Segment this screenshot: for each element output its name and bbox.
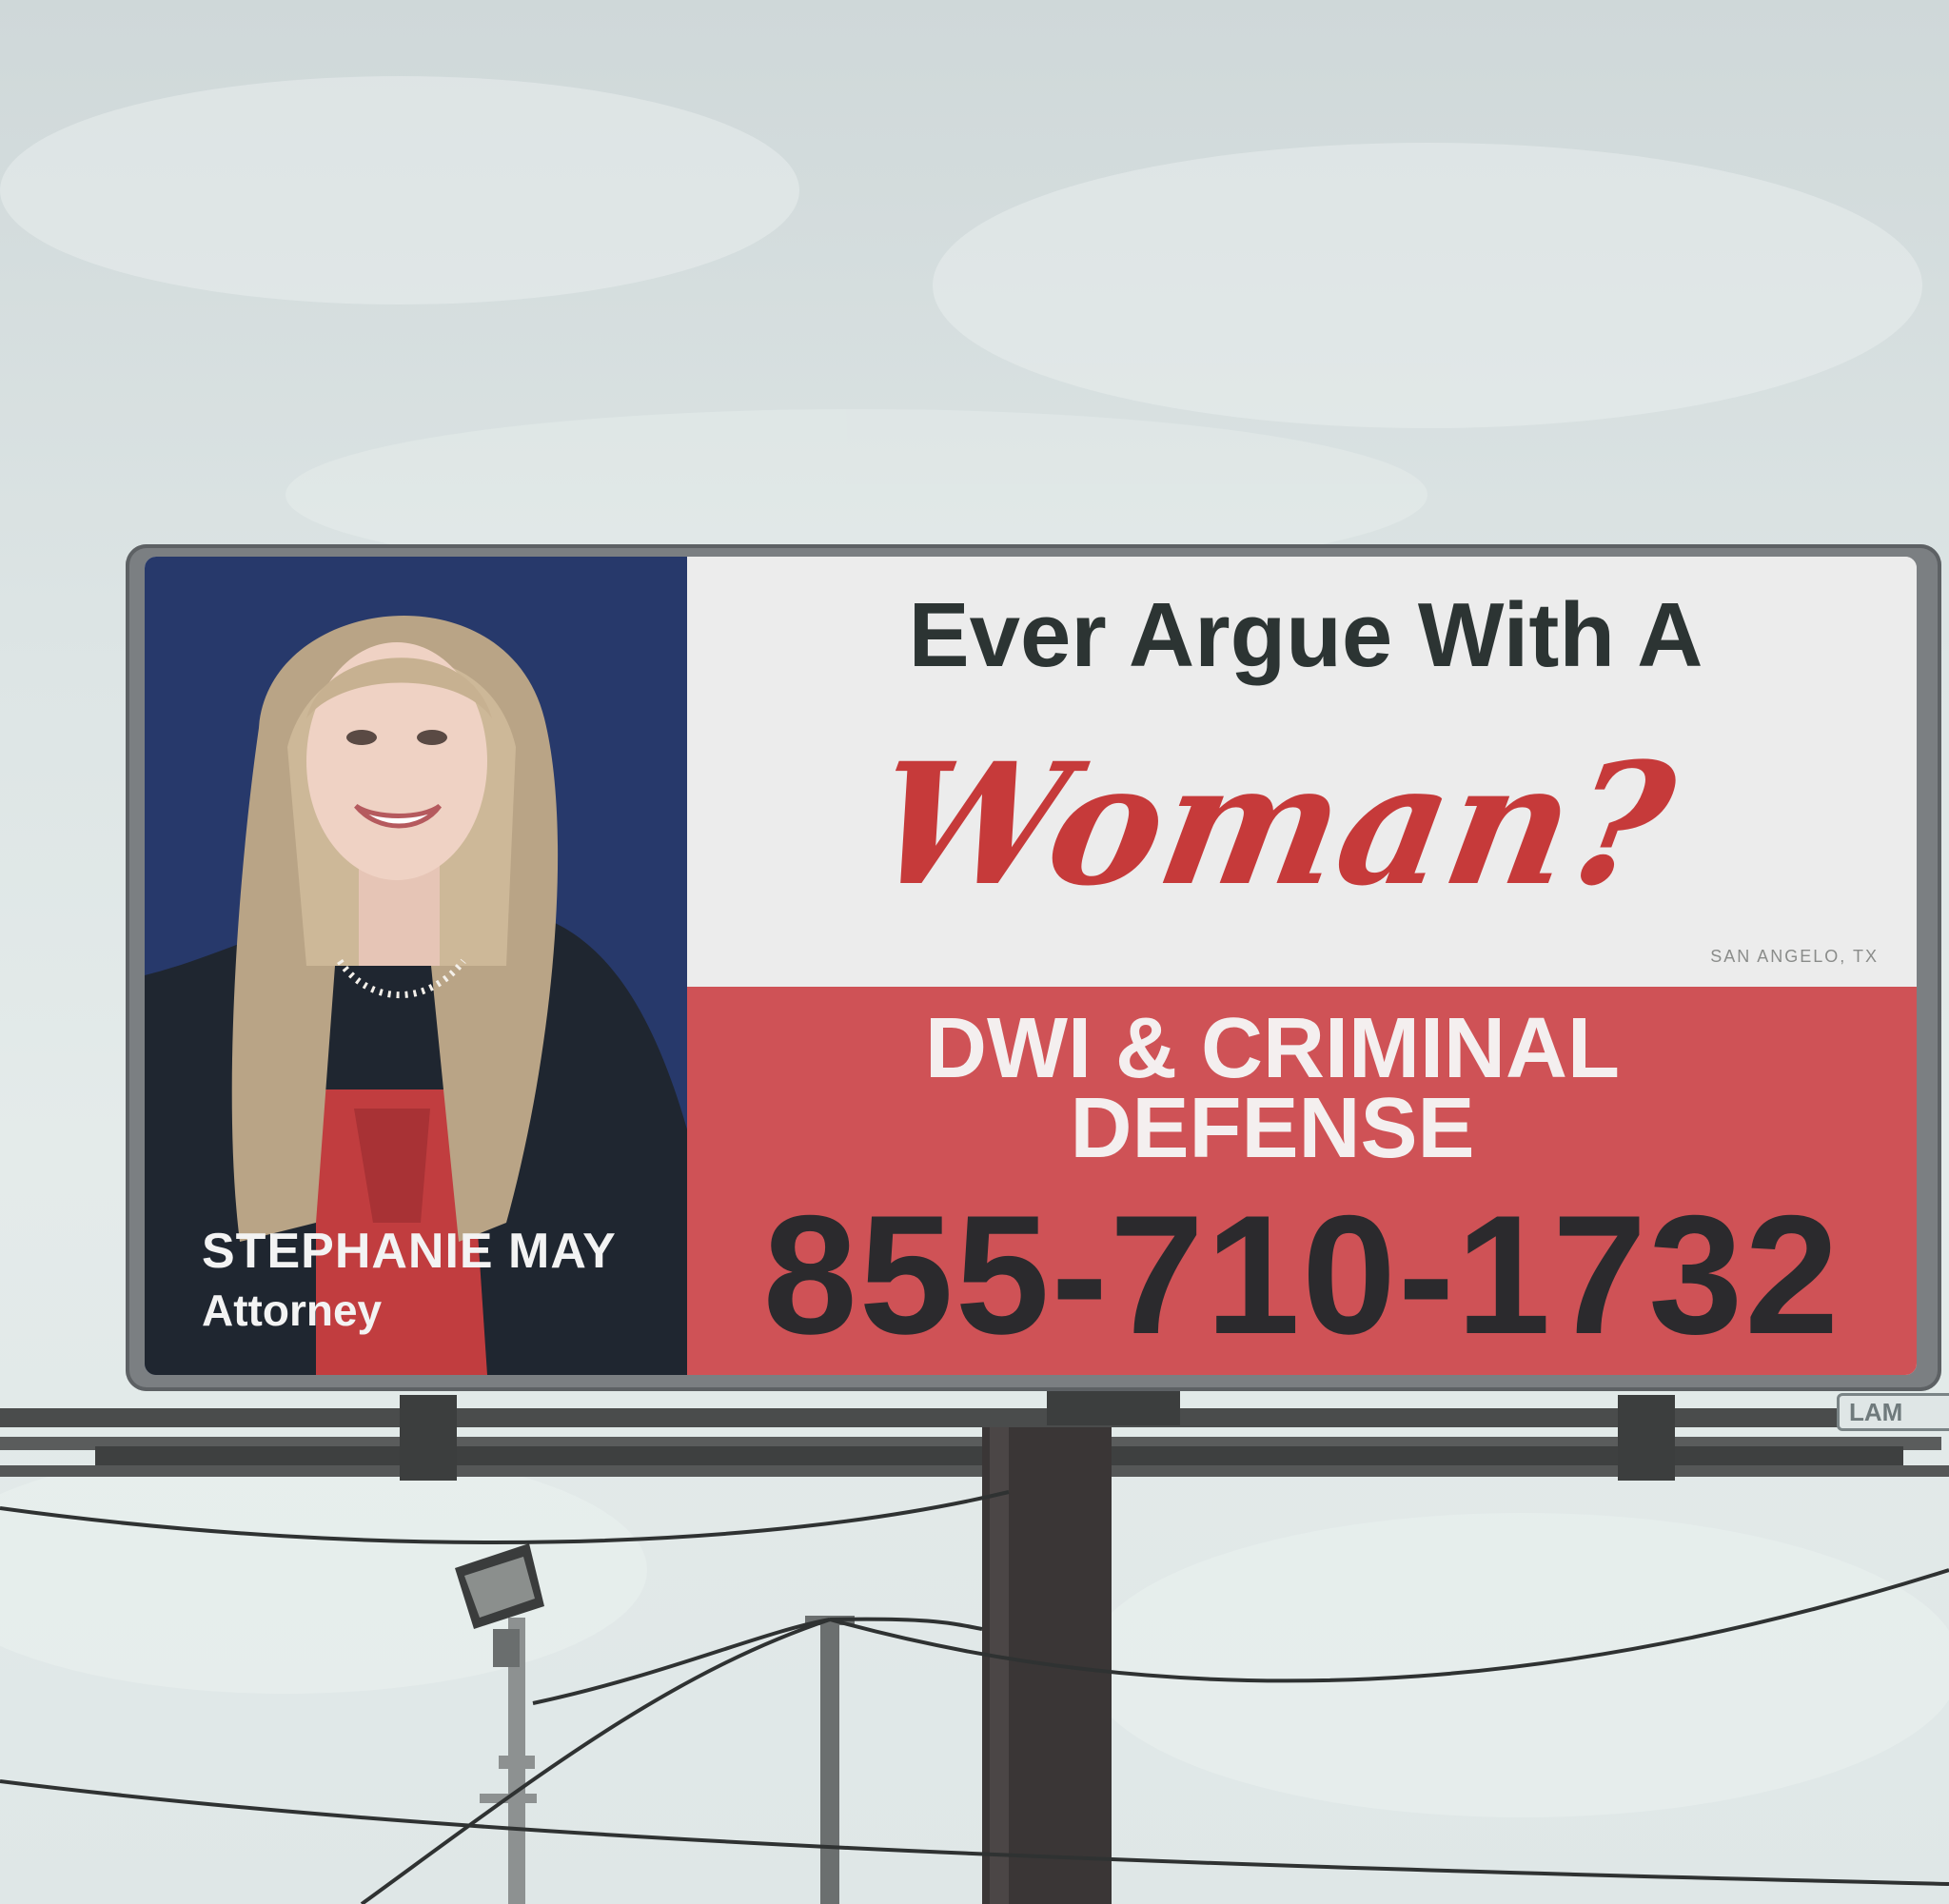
attorney-panel: STEPHANIE MAY Attorney [145,557,687,1375]
script-headline: Woman? [859,726,1687,923]
service-panel: DWI & CRIMINAL DEFENSE 855-710-1732 [687,987,1917,1375]
headline-panel: Ever Argue With A Woman? SAN ANGELO, TX [687,557,1917,987]
billboard: STEPHANIE MAY Attorney Ever Argue With A… [145,557,1917,1375]
attorney-title: Attorney [202,1286,383,1335]
phone-number: 855-710-1732 [762,1180,1841,1369]
service-line-2: DEFENSE [1070,1081,1475,1176]
attorney-name: STEPHANIE MAY [202,1224,617,1279]
photo-scene: STEPHANIE MAY Attorney Ever Argue With A… [0,0,1949,1904]
headline: Ever Argue With A [908,584,1703,686]
location-tag: SAN ANGELO, TX [1710,947,1879,966]
utility-pole [820,1618,839,1904]
street-sign: LAM [1837,1393,1949,1431]
catwalk [0,1378,1949,1481]
